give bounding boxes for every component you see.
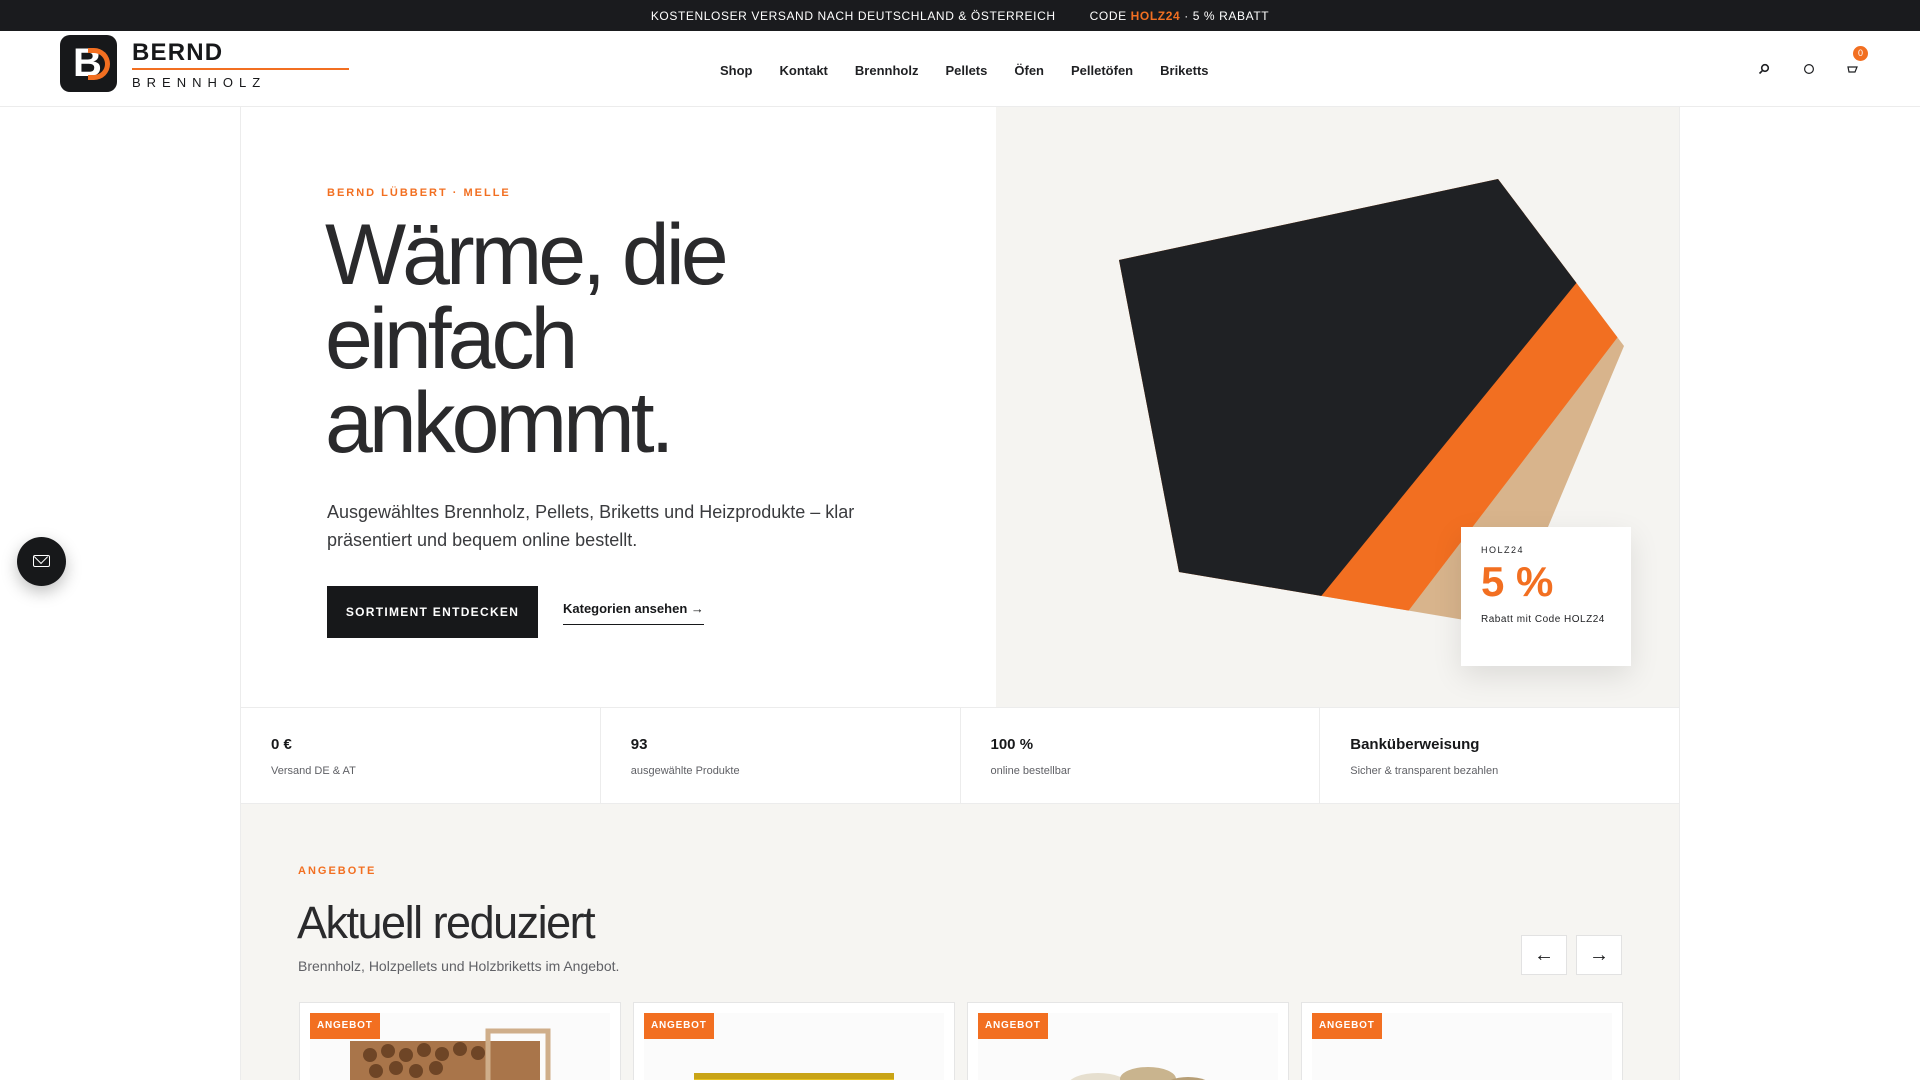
stat-label: online bestellbar [990,765,1071,777]
brand-name[interactable]: BERND [132,39,223,67]
categories-link[interactable]: Kategorien ansehen → [563,601,704,625]
shop-cta-button[interactable]: SORTIMENT ENTDECKEN [327,586,538,638]
stat-value: Banküberweisung [1350,736,1480,753]
stat-value: 100 % [990,736,1034,753]
stat-item: Banküberweisung Sicher & transparent bez… [1320,708,1679,803]
carousel-prev-button[interactable]: ← [1521,935,1567,975]
stat-item: 93 ausgewählte Produkte [601,708,961,803]
nav-item-kontakt[interactable]: Kontakt [780,63,828,78]
brand-subtitle: BRENNHOLZ [132,75,267,90]
stat-label: Versand DE & AT [271,765,356,777]
cart-icon[interactable] [1844,63,1860,79]
stats-strip: 0 € Versand DE & AT 93 ausgewählte Produ… [241,707,1679,804]
offer-badge: ANGEBOT [644,1013,714,1039]
code-suffix: · 5 % RABATT [1184,8,1270,23]
offer-badge: ANGEBOT [310,1013,380,1039]
stat-label: ausgewählte Produkte [630,765,740,777]
logo-arc [88,48,110,80]
offers-title: Aktuell reduziert [297,897,596,948]
account-icon[interactable] [1801,63,1817,79]
offer-badge: ANGEBOT [1312,1013,1382,1039]
nav-item-pellets[interactable]: Pellets [945,63,987,78]
stat-value: 93 [630,736,648,753]
logo-icon[interactable]: B [60,35,117,92]
shipping-notice: KOSTENLOSER VERSAND NACH DEUTSCHLAND & Ö… [650,8,1056,23]
code-prefix: CODE [1089,8,1127,23]
carousel-next-button[interactable]: → [1576,935,1622,975]
stat-value: 0 € [271,736,292,753]
product-card[interactable]: ANGEBOT [1301,1002,1623,1080]
nav-item-brennholz[interactable]: Brennholz [855,63,919,78]
site-header: B BERND BRENNHOLZ Shop Kontakt Brennholz… [0,31,1920,107]
contact-float-button[interactable] [17,537,66,586]
stat-item: 0 € Versand DE & AT [241,708,601,803]
nav-item-shop[interactable]: Shop [720,63,753,78]
nav-item-pelletoefen[interactable]: Pelletöfen [1071,63,1133,78]
brand-underline [132,68,349,70]
main-nav: Shop Kontakt Brennholz Pellets Öfen Pell… [720,63,1209,78]
promo-description: Rabatt mit Code HOLZ24 [1481,614,1605,625]
offers-eyebrow: ANGEBOTE [298,865,377,877]
promo-card: HOLZ24 5 % Rabatt mit Code HOLZ24 [1461,527,1631,666]
hero-eyebrow: BERND LÜBBERT · MELLE [327,187,511,199]
hero-description: Ausgewähltes Brennholz, Pellets, Brikett… [327,502,855,550]
product-card[interactable]: ANGEBOT [633,1002,955,1080]
cart-count-badge: 0 [1853,46,1868,61]
product-card[interactable]: ANGEBOT [299,1002,621,1080]
discount-notice: CODE HOLZ24 · 5 % RABATT [1090,9,1270,23]
nav-item-oefen[interactable]: Öfen [1014,63,1044,78]
promo-percent: 5 % [1481,558,1554,605]
offers-subtitle: Brennholz, Holzpellets und Holzbriketts … [298,958,620,974]
discount-code: HOLZ24 [1130,8,1181,23]
nav-item-briketts[interactable]: Briketts [1160,63,1208,78]
search-icon[interactable] [1756,63,1772,79]
announcement-bar: KOSTENLOSER VERSAND NACH DEUTSCHLAND & Ö… [0,0,1920,31]
stat-label: Sicher & transparent bezahlen [1350,765,1499,777]
product-card[interactable]: ANGEBOT [967,1002,1289,1080]
promo-code-label: HOLZ24 [1481,545,1525,555]
hero-title: Wärme, die einfach ankommt. [325,207,729,471]
envelope-icon [33,555,50,567]
stat-item: 100 % online bestellbar [961,708,1321,803]
offer-badge: ANGEBOT [978,1013,1048,1039]
